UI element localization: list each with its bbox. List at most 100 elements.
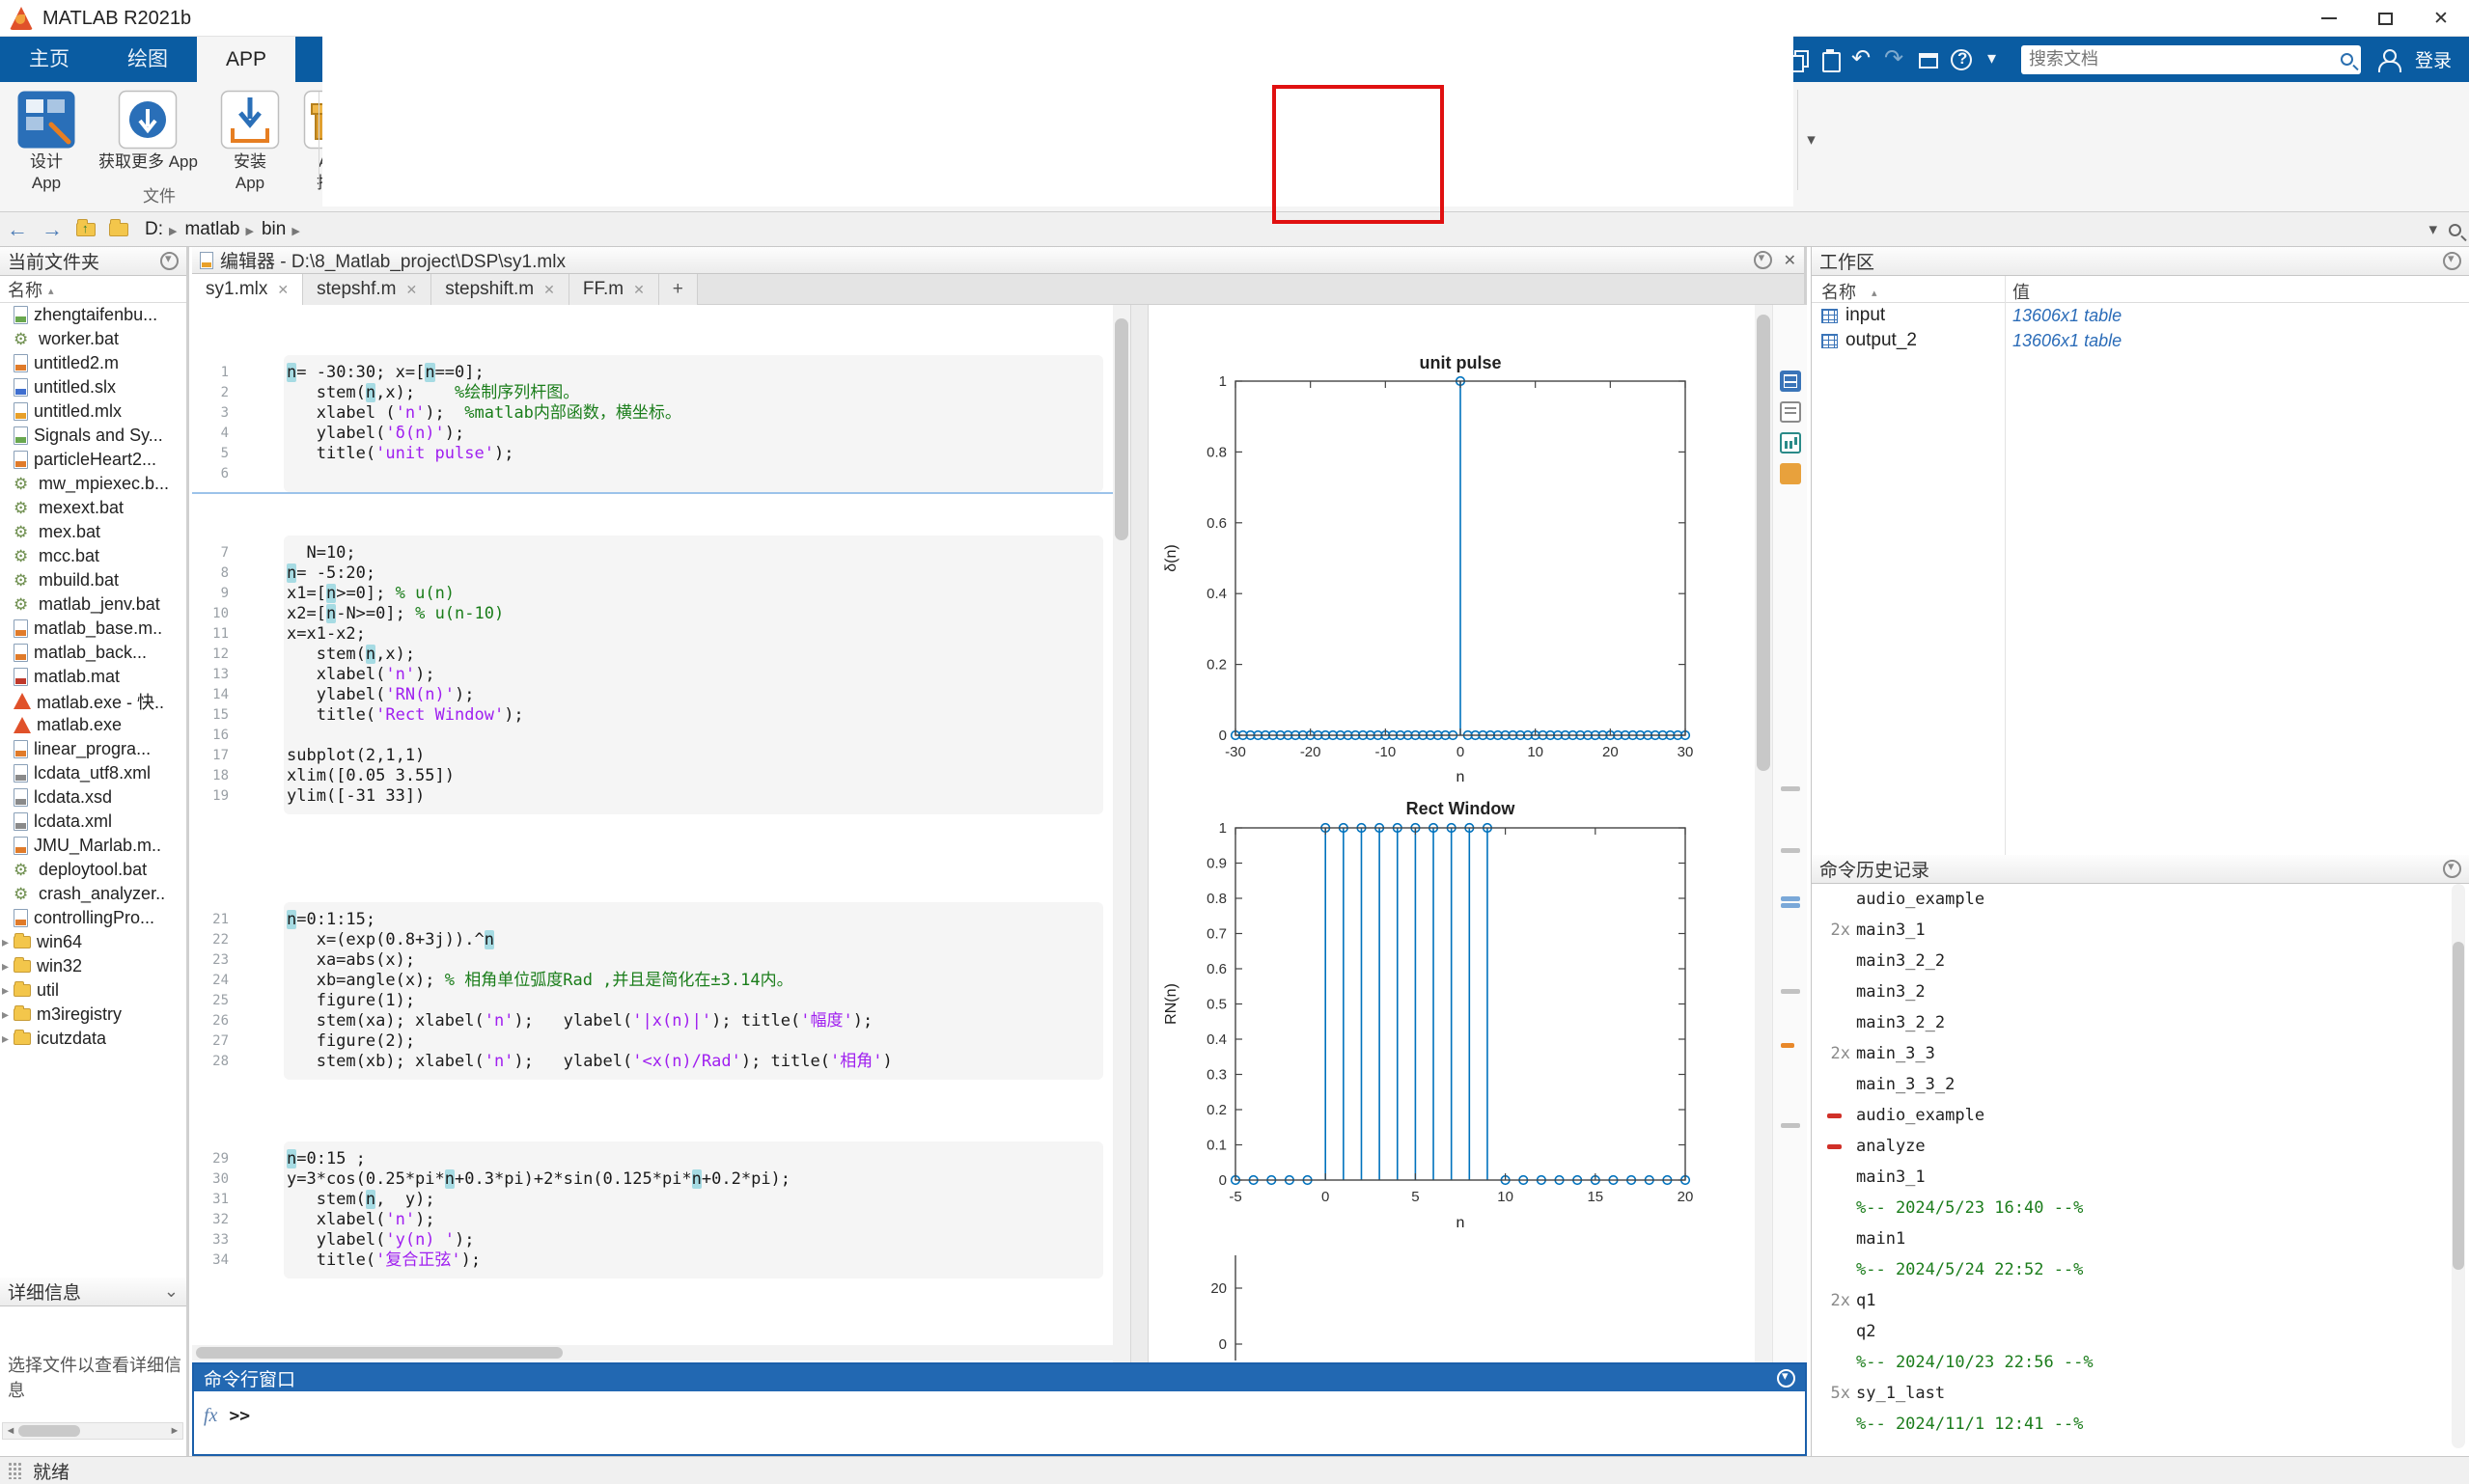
figure-icon[interactable] [1780,432,1801,453]
code-line[interactable]: 30y=3*cos(0.25*pi*n+0.3*pi)+2*sin(0.125*… [192,1169,1113,1190]
editor-tab-sy1.mlx[interactable]: sy1.mlx [192,274,303,305]
file-item[interactable]: matlab.exe - 快.. [0,689,186,713]
scrollbar-thumb[interactable] [2453,942,2464,1270]
file-item[interactable]: zhengtaifenbu... [0,303,186,327]
breadcrumb-segment[interactable]: bin [262,219,286,240]
history-item[interactable]: main3_1 [1812,1162,2469,1193]
details-header[interactable]: 详细信息 [0,1278,186,1306]
editor-horizontal-scrollbar[interactable] [192,1345,1113,1360]
breadcrumb[interactable]: D:matlabbin [145,219,308,240]
scrollbar-thumb[interactable] [1757,315,1770,771]
history-item[interactable]: audio_example [1812,884,2469,915]
code-line[interactable]: 7 N=10; [192,543,1113,563]
minimize-button[interactable] [2301,0,2357,37]
outline-icon[interactable] [1780,401,1801,423]
file-item[interactable]: mcc.bat [0,544,186,568]
new-tab-button[interactable]: + [659,274,698,305]
history-item[interactable]: main3_2_2 [1812,1007,2469,1038]
code-line[interactable]: 34 title('复合正弦'); [192,1250,1113,1271]
history-scrollbar[interactable] [2452,884,2465,1448]
code-editor[interactable]: 1n= -30:30; x=[n==0];2 stem(n,x); %绘制序列杆… [192,305,1113,1362]
layout-icon[interactable] [1780,371,1801,392]
file-item[interactable]: matlab.exe [0,713,186,737]
editor-tab-FF.m[interactable]: FF.m [569,274,659,305]
panel-menu-icon[interactable] [1777,1369,1795,1388]
code-line[interactable]: 32 xlabel('n'); [192,1210,1113,1230]
file-item[interactable]: matlab_base.m.. [0,617,186,641]
maximize-button[interactable] [2357,0,2413,37]
history-item[interactable]: main1 [1812,1223,2469,1254]
file-item[interactable]: matlab.mat [0,665,186,689]
file-item[interactable]: untitled.mlx [0,399,186,424]
browse-folder-icon[interactable] [109,223,128,236]
address-search-icon[interactable] [2449,224,2461,236]
code-line[interactable]: 13 xlabel('n'); [192,665,1113,685]
editor-close-icon[interactable] [1772,250,1796,271]
help-icon[interactable] [1946,44,1977,75]
code-line[interactable]: 28 stem(xb); xlabel('n'); ylabel('<x(n)/… [192,1052,1113,1072]
code-line[interactable]: 8n= -5:20; [192,563,1113,584]
editor-menu-icon[interactable] [1754,251,1772,269]
code-line[interactable]: 9x1=[n>=0]; % u(n) [192,584,1113,604]
scroll-right-icon[interactable] [167,1425,182,1437]
search-icon[interactable] [2341,53,2353,66]
output-marker[interactable] [1781,896,1800,901]
history-timestamp[interactable]: %-- 2024/11/1 12:41 --% [1812,1409,2469,1440]
file-item[interactable]: deploytool.bat [0,858,186,882]
code-line[interactable]: 1n= -30:30; x=[n==0]; [192,363,1113,383]
file-item[interactable]: icutzdata [0,1027,186,1051]
panel-menu-icon[interactable] [2443,860,2461,878]
file-item[interactable]: Signals and Sy... [0,424,186,448]
expand-icon[interactable] [2,955,9,976]
history-timestamp[interactable]: %-- 2024/10/23 22:56 --% [1812,1347,2469,1378]
close-button[interactable] [2413,0,2469,37]
editor-tab-stepshf.m[interactable]: stepshf.m [303,274,431,305]
workspace-variable-row[interactable]: output_213606x1 table [1812,328,2469,353]
file-item[interactable]: worker.bat [0,327,186,351]
history-item[interactable]: 2xmain3_1 [1812,915,2469,946]
scroll-left-icon[interactable] [3,1425,18,1437]
editor-scrollbar[interactable] [1113,305,1130,1362]
code-line[interactable]: 23 xa=abs(x); [192,950,1113,971]
history-item[interactable]: main_3_3_2 [1812,1069,2469,1100]
code-line[interactable]: 33 ylabel('y(n) '); [192,1230,1113,1250]
code-line[interactable]: 21n=0:1:15; [192,910,1113,930]
window-icon[interactable] [1913,44,1944,75]
expand-icon[interactable] [2,1028,9,1048]
file-item[interactable]: particleHeart2... [0,448,186,472]
code-line[interactable]: 3 xlabel ('n'); %matlab内部函数，横坐标。 [192,403,1113,424]
breadcrumb-segment[interactable]: matlab [184,219,239,240]
scrollbar-thumb[interactable] [1115,318,1128,540]
expand-icon[interactable] [2,979,9,1000]
doc-search-input[interactable] [2029,49,2341,69]
panel-menu-icon[interactable] [160,252,179,270]
file-item[interactable]: controllingPro... [0,906,186,930]
code-line[interactable]: 16 [192,726,1113,746]
file-item[interactable]: matlab_back... [0,641,186,665]
gallery-expand-button[interactable] [1797,90,1824,190]
history-timestamp[interactable]: %-- 2024/5/24 22:52 --% [1812,1254,2469,1285]
code-line[interactable]: 26 stem(xa); xlabel('n'); ylabel('|x(n)|… [192,1011,1113,1031]
code-line[interactable]: 6 [192,464,1113,484]
history-item[interactable]: main3_2_2 [1812,946,2469,976]
output-marker[interactable] [1781,1123,1800,1128]
code-line[interactable]: 11x=x1-x2; [192,624,1113,645]
up-folder-icon[interactable] [76,223,96,236]
paste-icon[interactable] [1815,44,1845,75]
ribbon-tab-APP[interactable]: APP [197,37,295,82]
history-item[interactable]: 2xmain_3_3 [1812,1038,2469,1069]
file-item[interactable]: lcdata.xml [0,810,186,834]
file-item[interactable]: lcdata.xsd [0,785,186,810]
folder-horizontal-scrollbar[interactable] [2,1422,183,1440]
file-item[interactable]: mw_mpiexec.b... [0,472,186,496]
file-item[interactable]: mex.bat [0,520,186,544]
code-line[interactable]: 31 stem(n, y); [192,1190,1113,1210]
history-item[interactable]: audio_example [1812,1100,2469,1131]
file-item[interactable]: JMU_Marlab.m.. [0,834,186,858]
doc-search-box[interactable] [2021,45,2361,74]
forward-icon[interactable] [42,212,63,247]
file-item[interactable]: untitled.slx [0,375,186,399]
file-item[interactable]: util [0,978,186,1003]
ribbon-button-安装App[interactable]: 安装App [211,90,289,192]
code-line[interactable]: 27 figure(2); [192,1031,1113,1052]
